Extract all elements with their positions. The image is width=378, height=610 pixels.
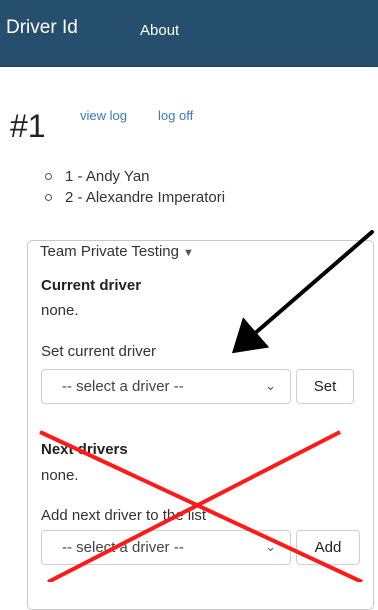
page-title: #1 — [10, 108, 46, 144]
view-log-link[interactable]: view log — [80, 108, 127, 123]
caret-down-icon: ▼ — [182, 247, 194, 259]
current-driver-heading: Current driver — [41, 277, 142, 294]
add-button[interactable]: Add — [296, 530, 360, 565]
team-dropdown[interactable]: Team Private Testing ▼ — [35, 243, 199, 260]
list-item: 2 - Alexandre Imperatori — [45, 187, 225, 208]
next-driver-select[interactable]: -- select a driver -- ⌄ — [41, 530, 291, 565]
current-driver-select[interactable]: -- select a driver -- ⌄ — [41, 369, 291, 404]
chevron-down-icon: ⌄ — [265, 378, 276, 393]
log-off-link[interactable]: log off — [158, 108, 193, 123]
current-driver-value: none. — [41, 302, 79, 319]
current-driver-select-value: -- select a driver -- — [62, 378, 184, 395]
brand-link[interactable]: Driver Id — [6, 17, 78, 39]
team-name: Team Private Testing — [40, 243, 179, 260]
chevron-down-icon: ⌄ — [265, 539, 276, 554]
set-current-driver-label: Set current driver — [41, 343, 157, 360]
driver-list: 1 - Andy Yan 2 - Alexandre Imperatori — [45, 166, 225, 208]
next-drivers-value: none. — [41, 467, 79, 484]
list-item: 1 - Andy Yan — [45, 166, 225, 187]
navbar: Driver Id About — [0, 0, 378, 67]
next-drivers-heading: Next drivers — [41, 441, 128, 458]
add-next-driver-label: Add next driver to the list — [41, 507, 207, 524]
nav-about-link[interactable]: About — [140, 22, 179, 39]
set-button[interactable]: Set — [296, 369, 354, 404]
next-driver-select-value: -- select a driver -- — [62, 539, 184, 556]
